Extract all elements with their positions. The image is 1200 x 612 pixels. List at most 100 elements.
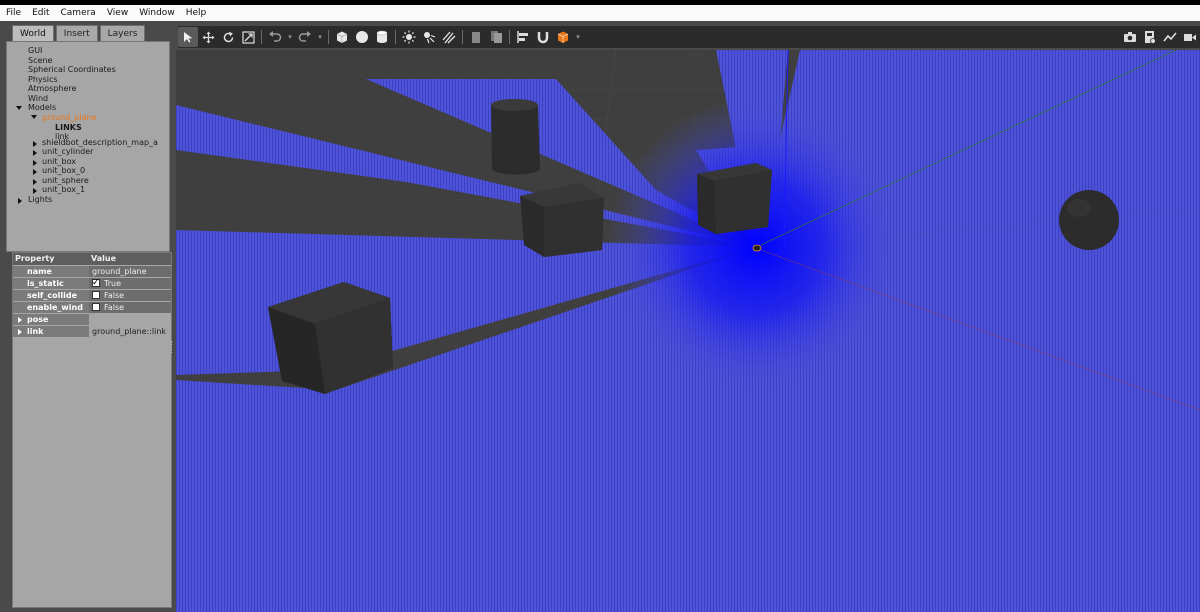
menu-bar: File Edit Camera View Window Help <box>0 5 1200 21</box>
translate-icon[interactable] <box>198 27 218 47</box>
property-label: name <box>13 266 89 278</box>
property-row-link[interactable]: link ground_plane::link <box>13 326 171 338</box>
change-view-chevron-icon[interactable]: ▾ <box>573 33 583 41</box>
main-area: World Insert Layers GUI Scene Spherical … <box>0 21 1200 612</box>
robot-sensor[interactable] <box>752 244 762 252</box>
property-label: enable_wind <box>13 302 89 314</box>
snap-icon[interactable] <box>533 27 553 47</box>
screenshot-icon[interactable] <box>1120 27 1140 47</box>
unit-cylinder-model[interactable] <box>491 99 541 175</box>
tab-world[interactable]: World <box>12 25 54 42</box>
menu-view[interactable]: View <box>107 8 128 18</box>
tree-item-unit-box-1[interactable]: unit_box_1 <box>42 185 85 195</box>
unit-box-0-model[interactable] <box>697 163 772 234</box>
tree-item-ground-plane[interactable]: ground_plane <box>42 113 97 123</box>
tree-item-models[interactable]: Models <box>28 103 56 113</box>
rotate-icon[interactable] <box>218 27 238 47</box>
toolbar-right-group <box>1120 26 1200 48</box>
select-arrow-icon[interactable] <box>178 27 198 47</box>
expand-right-icon[interactable] <box>33 169 37 175</box>
menu-camera[interactable]: Camera <box>61 8 96 18</box>
property-value-self-collide: False <box>89 290 171 302</box>
video-record-icon[interactable] <box>1180 27 1200 47</box>
toolbar-separator <box>395 30 396 44</box>
point-light-icon[interactable] <box>399 27 419 47</box>
toolbar-separator <box>509 30 510 44</box>
property-row-enable-wind: enable_wind False <box>13 302 171 314</box>
toolbar-separator <box>261 30 262 44</box>
directional-light-icon[interactable] <box>439 27 459 47</box>
redo-history-chevron-icon[interactable]: ▾ <box>315 33 325 41</box>
expand-right-icon[interactable] <box>33 188 37 194</box>
change-view-icon[interactable] <box>553 27 573 47</box>
enable-wind-value: False <box>104 303 125 312</box>
pose-label: pose <box>27 315 49 324</box>
menu-edit[interactable]: Edit <box>32 8 49 18</box>
property-row-self-collide: self_collide False <box>13 290 171 302</box>
property-column-header: Property <box>15 254 55 263</box>
scale-icon[interactable] <box>238 27 258 47</box>
tab-layers[interactable]: Layers <box>99 25 146 42</box>
redo-icon[interactable] <box>295 27 315 47</box>
expand-right-icon[interactable] <box>18 317 22 323</box>
property-value-name[interactable]: ground_plane <box>89 266 171 278</box>
toolbar-separator <box>328 30 329 44</box>
align-icon[interactable] <box>513 27 533 47</box>
property-value-is-static: True <box>89 277 171 290</box>
tree-item-unit-box-0[interactable]: unit_box_0 <box>42 166 85 176</box>
plot-icon[interactable] <box>1160 27 1180 47</box>
self-collide-checkbox[interactable] <box>92 291 100 299</box>
property-value-enable-wind: False <box>89 302 171 314</box>
log-icon[interactable] <box>1140 27 1160 47</box>
link-label: link <box>27 327 44 336</box>
self-collide-value: False <box>104 291 125 300</box>
menu-file[interactable]: File <box>6 8 21 18</box>
expand-down-icon[interactable] <box>31 115 37 119</box>
expand-right-icon[interactable] <box>18 198 22 204</box>
undo-history-chevron-icon[interactable]: ▾ <box>285 33 295 41</box>
property-row-is-static: is_static True <box>13 277 171 290</box>
property-value-link: ground_plane::link <box>89 326 171 338</box>
spot-light-icon[interactable] <box>419 27 439 47</box>
toolbar: ▾ ▾ ▾ <box>178 26 1200 48</box>
paste-icon[interactable] <box>486 27 506 47</box>
expand-right-icon[interactable] <box>33 160 37 166</box>
property-header: Property Value <box>13 253 171 265</box>
unit-sphere-model[interactable] <box>1059 190 1119 250</box>
expand-right-icon[interactable] <box>33 150 37 156</box>
panel-tabs: World Insert Layers <box>12 25 147 42</box>
unit-box-model[interactable] <box>520 183 604 257</box>
expand-right-icon[interactable] <box>33 141 37 147</box>
property-value-pose <box>89 314 171 326</box>
copy-icon[interactable] <box>466 27 486 47</box>
box-shape-icon[interactable] <box>332 27 352 47</box>
property-label: self_collide <box>13 290 89 302</box>
property-label: link <box>13 326 89 338</box>
world-tree: GUI Scene Spherical Coordinates Physics … <box>6 41 170 252</box>
tab-insert[interactable]: Insert <box>55 25 98 42</box>
enable-wind-checkbox[interactable] <box>92 303 100 311</box>
3d-scene-viewport[interactable] <box>176 50 1200 612</box>
property-label: pose <box>13 314 89 326</box>
expand-right-icon[interactable] <box>33 179 37 185</box>
tree-item-spherical-coordinates[interactable]: Spherical Coordinates <box>28 65 116 75</box>
menu-window[interactable]: Window <box>139 8 175 18</box>
tree-item-lights[interactable]: Lights <box>28 195 52 205</box>
tree-item-unit-cylinder[interactable]: unit_cylinder <box>42 147 93 157</box>
splitter-grip[interactable] <box>171 341 173 353</box>
property-row-pose[interactable]: pose <box>13 314 171 326</box>
expand-down-icon[interactable] <box>16 106 22 110</box>
is-static-checkbox[interactable] <box>92 277 100 289</box>
undo-icon[interactable] <box>265 27 285 47</box>
tree-item-gui[interactable]: GUI <box>28 46 42 56</box>
toolbar-separator <box>462 30 463 44</box>
menu-help[interactable]: Help <box>186 8 207 18</box>
property-label: is_static <box>13 278 89 290</box>
scene-canvas <box>176 50 1200 612</box>
left-panel: World Insert Layers GUI Scene Spherical … <box>6 25 172 612</box>
tree-item-atmosphere[interactable]: Atmosphere <box>28 84 76 94</box>
cylinder-shape-icon[interactable] <box>372 27 392 47</box>
is-static-value: True <box>104 279 121 288</box>
sphere-shape-icon[interactable] <box>352 27 372 47</box>
expand-right-icon[interactable] <box>18 329 22 335</box>
